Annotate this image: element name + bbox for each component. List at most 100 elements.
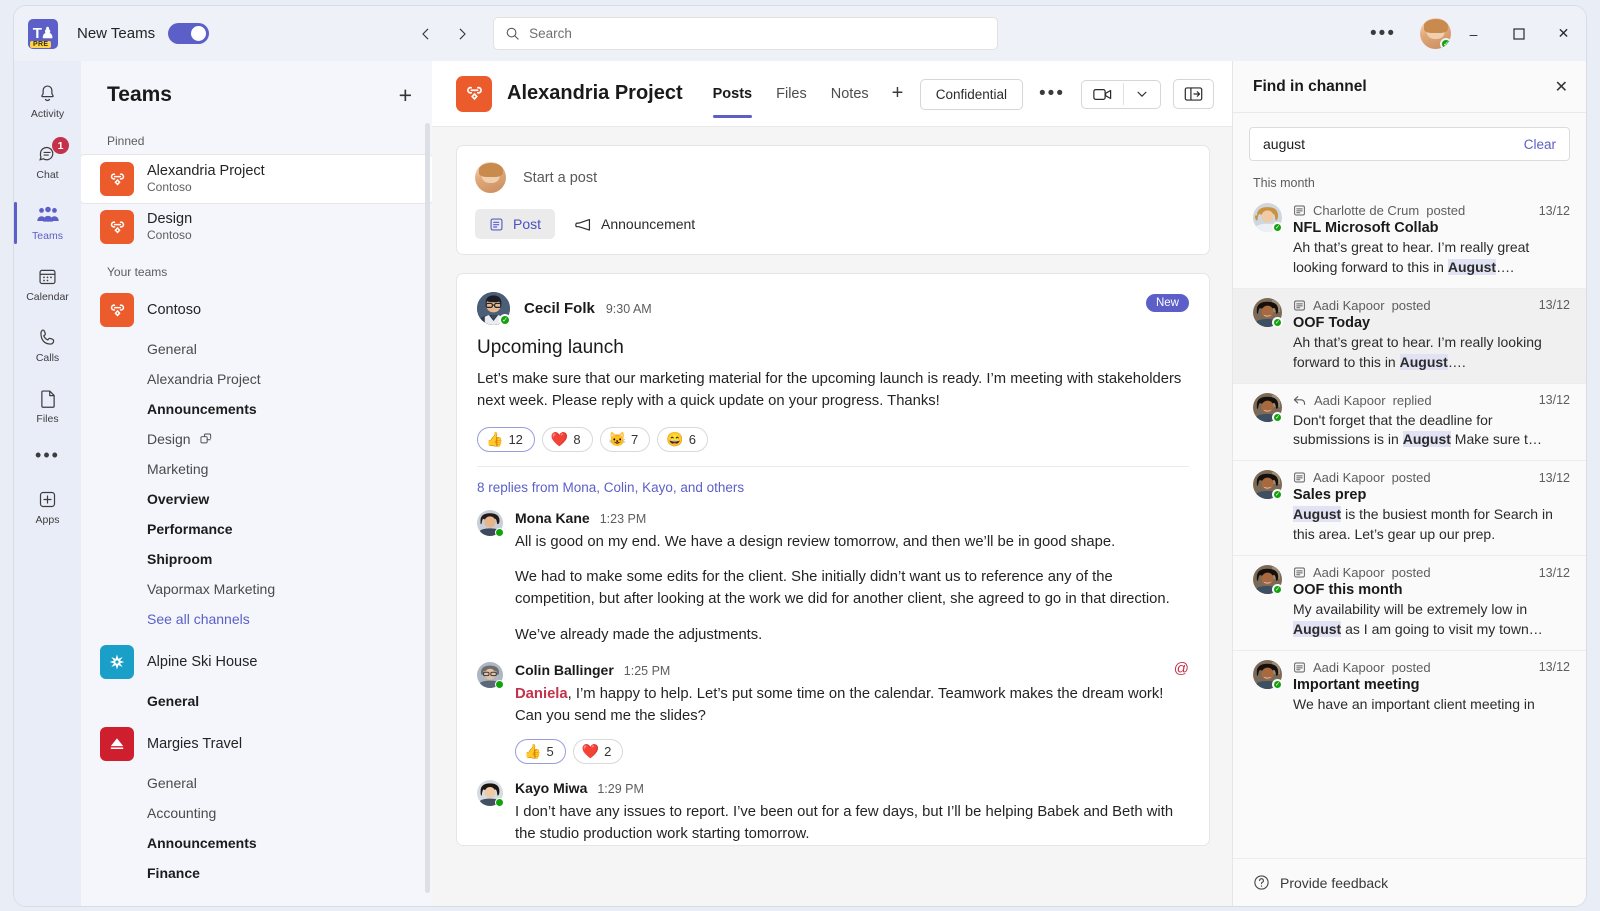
result-author-line: Aadi Kapoor replied: [1293, 393, 1432, 408]
composer-placeholder[interactable]: Start a post: [523, 170, 597, 186]
channel-vapormax-marketing[interactable]: Vapormax Marketing: [81, 574, 432, 604]
reply-header: Kayo Miwa 1:29 PM: [515, 780, 1189, 796]
channel-label: Overview: [147, 491, 210, 507]
provide-feedback-button[interactable]: Provide feedback: [1233, 858, 1586, 906]
channel-alpine-general[interactable]: General: [81, 686, 432, 716]
rail-item-calls[interactable]: Calls: [14, 314, 81, 375]
channel-overview[interactable]: Overview: [81, 484, 432, 514]
rail-item-calendar[interactable]: Calendar: [14, 253, 81, 314]
rail-item-chat[interactable]: 1 Chat: [14, 131, 81, 192]
result-snippet: My availability will be extremely low in…: [1293, 600, 1570, 640]
tab-notes[interactable]: Notes: [819, 61, 881, 127]
result-author: Charlotte de Crum: [1313, 203, 1420, 218]
add-team-button[interactable]: +: [399, 83, 412, 107]
composer-announcement-button[interactable]: Announcement: [561, 209, 709, 239]
channel-more-icon[interactable]: •••: [1035, 84, 1069, 104]
channel-general[interactable]: General: [81, 334, 432, 364]
search-result-item[interactable]: ✓ Aadi Kapoor posted 13/12 Important mee…: [1233, 649, 1586, 725]
pinned-team-design[interactable]: Design Contoso: [81, 203, 432, 251]
maximize-button[interactable]: [1496, 6, 1541, 61]
reply-timestamp: 1:23 PM: [599, 511, 647, 526]
search-input[interactable]: Search: [493, 17, 999, 50]
rail-item-activity[interactable]: Activity: [14, 70, 81, 131]
reaction-chip[interactable]: ❤️ 8: [541, 426, 593, 452]
forward-icon[interactable]: [451, 23, 473, 45]
open-side-panel-icon[interactable]: [1173, 79, 1214, 109]
snippet-after: ….: [1496, 258, 1514, 275]
channel-margies-announcements[interactable]: Announcements: [81, 828, 432, 858]
titlebar-more-icon[interactable]: •••: [1360, 23, 1406, 43]
result-meta: Aadi Kapoor posted 13/12: [1293, 565, 1570, 580]
channel-design[interactable]: Design: [81, 424, 432, 454]
rail-item-apps[interactable]: Apps: [14, 476, 81, 537]
channel-alexandria-project[interactable]: Alexandria Project: [81, 364, 432, 394]
reply-author-avatar: [477, 780, 504, 808]
rail-item-teams[interactable]: Teams: [14, 192, 81, 253]
replies-summary-link[interactable]: 8 replies from Mona, Colin, Kayo, and ot…: [477, 465, 1189, 499]
team-alpine-ski-house[interactable]: Alpine Ski House: [81, 638, 432, 686]
rail-item-files[interactable]: Files: [14, 375, 81, 436]
result-author-line: Aadi Kapoor posted: [1293, 298, 1431, 313]
result-title: OOF Today: [1293, 314, 1371, 331]
search-result-item[interactable]: ✓ Aadi Kapoor posted 13/12 Sales prep Au…: [1233, 460, 1586, 555]
rail-more-icon[interactable]: •••: [14, 436, 81, 476]
tab-files[interactable]: Files: [764, 61, 819, 127]
pinned-team-alexandria-project[interactable]: Alexandria Project Contoso: [81, 155, 432, 203]
find-search-input[interactable]: august Clear: [1249, 127, 1570, 161]
margies-travel-team-icon: [100, 727, 134, 761]
close-icon[interactable]: ✕: [1555, 77, 1568, 97]
snippet-highlight: August: [1293, 506, 1342, 523]
back-icon[interactable]: [415, 23, 437, 45]
channel-performance[interactable]: Performance: [81, 514, 432, 544]
reply-timestamp: 1:29 PM: [597, 782, 644, 797]
reaction-chip[interactable]: 😺 7: [599, 426, 651, 452]
reply-reactions: 👍 5 ❤️ 2: [515, 739, 1189, 765]
post-icon: [1293, 299, 1306, 312]
composer-row: Start a post: [475, 162, 1191, 193]
calendar-icon: [37, 264, 58, 288]
rail-label-calls: Calls: [35, 352, 60, 364]
team-contoso[interactable]: Contoso: [81, 286, 432, 334]
sensitivity-button[interactable]: Confidential: [919, 78, 1024, 110]
tab-label: Notes: [830, 85, 869, 102]
channel-marketing[interactable]: Marketing: [81, 454, 432, 484]
see-all-label: See all channels: [147, 611, 250, 627]
reaction-chip[interactable]: 😄 6: [657, 426, 708, 452]
channel-label: Performance: [147, 521, 233, 537]
close-button[interactable]: ✕: [1541, 6, 1586, 61]
composer-post-button[interactable]: Post: [475, 209, 556, 239]
chevron-down-icon[interactable]: [1124, 81, 1160, 107]
search-result-item[interactable]: ✓ Aadi Kapoor posted 13/12 OOF Today Ah …: [1233, 287, 1586, 383]
reaction-chip[interactable]: ❤️ 2: [572, 739, 624, 765]
user-avatar[interactable]: ✓: [1420, 18, 1451, 49]
channel-accounting[interactable]: Accounting: [81, 798, 432, 828]
reaction-chip[interactable]: 👍 5: [515, 739, 566, 765]
minimize-button[interactable]: –: [1451, 6, 1496, 61]
team-margies-travel[interactable]: Margies Travel: [81, 720, 432, 768]
mention-chip[interactable]: Daniela: [515, 686, 568, 702]
add-tab-button[interactable]: +: [881, 82, 915, 105]
team-name: Margies Travel: [147, 736, 243, 752]
channel-finance[interactable]: Finance: [81, 858, 432, 888]
search-result-item[interactable]: ✓ Aadi Kapoor posted 13/12 OOF this mont…: [1233, 555, 1586, 650]
post-composer[interactable]: Start a post Post Announcement: [456, 145, 1210, 255]
search-result-item[interactable]: ✓ Aadi Kapoor replied 13/12 Don't forget…: [1233, 382, 1586, 461]
see-all-channels-link[interactable]: See all channels: [81, 604, 432, 634]
new-teams-toggle[interactable]: [168, 23, 210, 44]
snippet-after: ….: [1447, 353, 1466, 370]
channel-shiproom[interactable]: Shiproom: [81, 544, 432, 574]
contoso-team-icon: [100, 162, 134, 196]
teams-panel-scrollbar[interactable]: [425, 123, 430, 893]
snippet-highlight: August: [1402, 431, 1451, 448]
clear-button[interactable]: Clear: [1524, 137, 1556, 152]
result-action: posted: [1391, 659, 1431, 675]
people-icon: [36, 203, 60, 227]
channel-announcements[interactable]: Announcements: [81, 394, 432, 424]
tab-posts[interactable]: Posts: [701, 61, 765, 127]
video-camera-icon[interactable]: [1082, 81, 1123, 108]
reaction-chip[interactable]: 👍 12: [477, 426, 535, 452]
search-result-item[interactable]: ✓ Charlotte de Crum posted 13/12 NFL Mic…: [1233, 194, 1586, 288]
posts-feed[interactable]: Start a post Post Announcement ✓ Cecil F…: [432, 127, 1232, 906]
channel-margies-general[interactable]: General: [81, 768, 432, 798]
channel-label: Announcements: [147, 835, 257, 851]
